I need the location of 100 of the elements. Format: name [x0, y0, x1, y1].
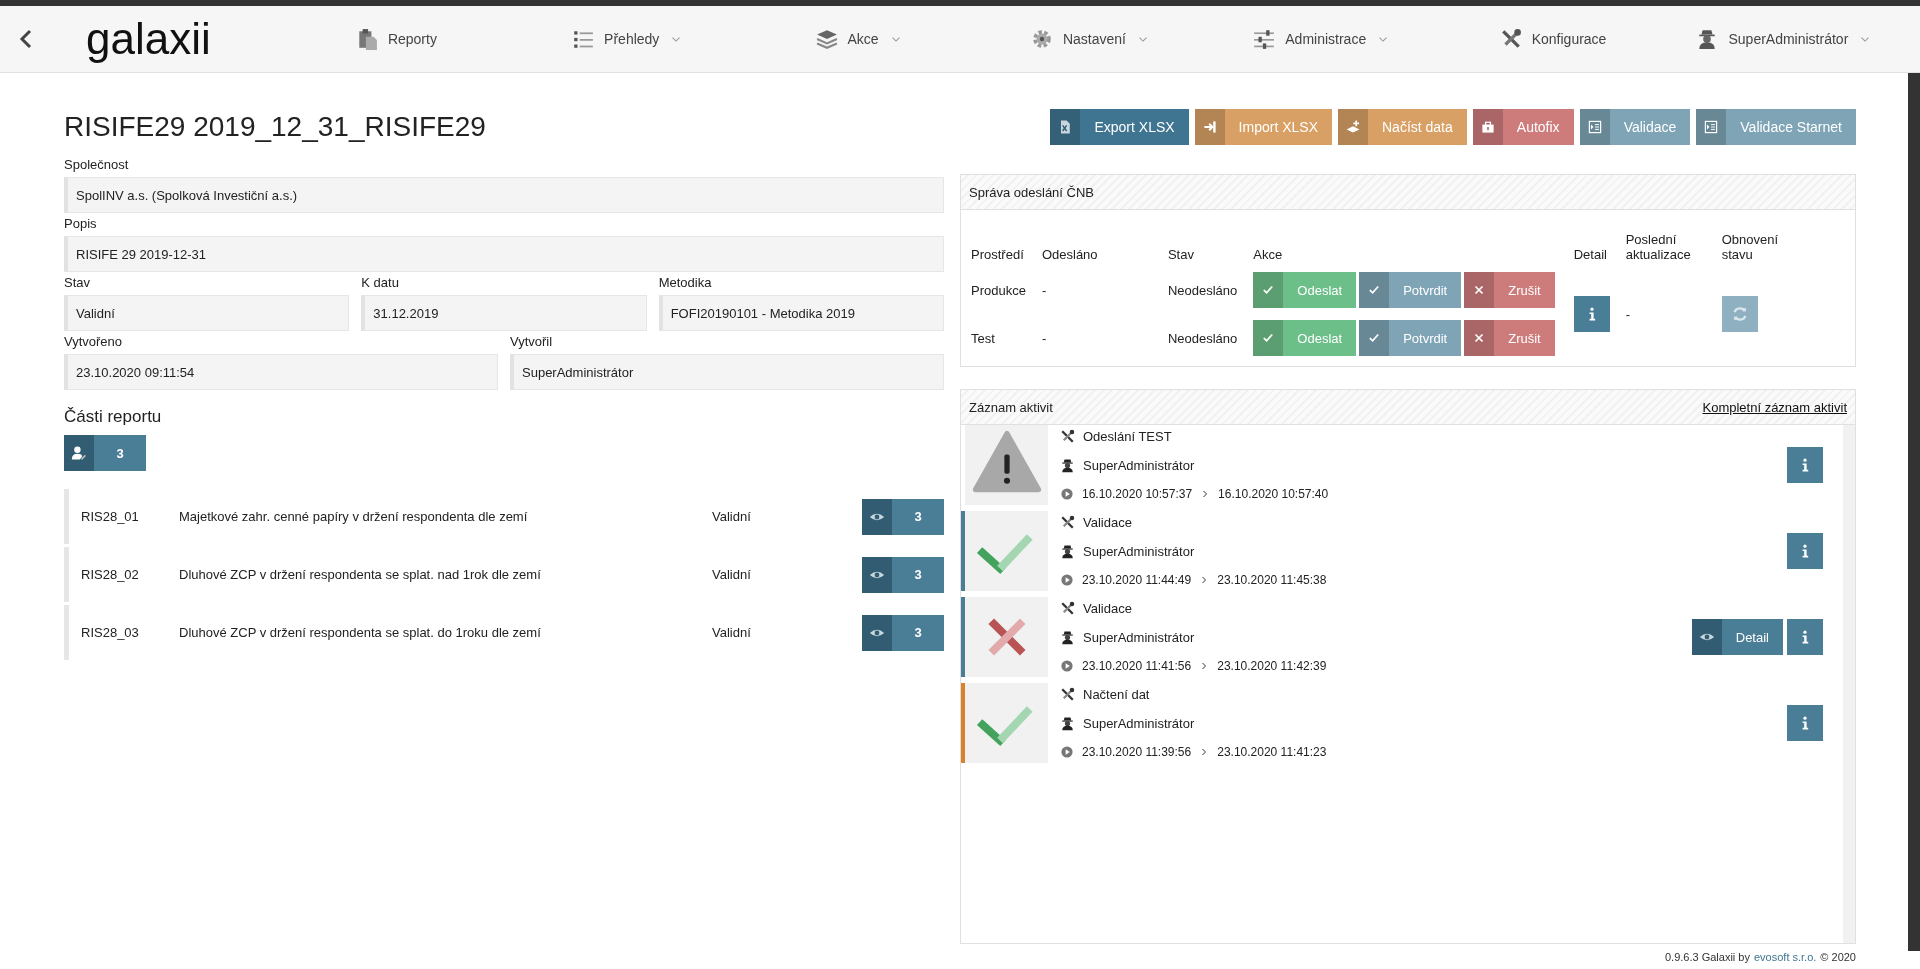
column-header: Obnovení stavu: [1720, 231, 1780, 264]
table-cell-text: -: [1040, 329, 1048, 348]
logo[interactable]: galaxii: [86, 17, 211, 61]
layers-icon: [815, 28, 838, 50]
text-field[interactable]: 31.12.2019: [361, 295, 647, 331]
nav-menu-item[interactable]: Nastavení: [974, 28, 1207, 50]
activity-user: SuperAdministrátor: [1083, 630, 1195, 645]
scrollbar[interactable]: [1843, 425, 1855, 943]
copyright-text: © 2020: [1820, 950, 1856, 963]
play-icon: [1060, 659, 1074, 673]
start-time: 23.10.2020 11:41:56: [1082, 659, 1192, 673]
nav-menu-item[interactable]: Reporty: [280, 28, 513, 50]
part-code: RIS28_01: [81, 509, 140, 524]
end-time: 23.10.2020 11:41:23: [1217, 745, 1327, 759]
panel-title: Správa odeslání ČNB: [969, 184, 1094, 200]
info-button[interactable]: [1787, 533, 1823, 569]
info-button[interactable]: [1787, 447, 1823, 483]
play-icon: [1060, 745, 1074, 759]
activity-user: SuperAdministrátor: [1083, 544, 1195, 559]
table-cell-text: -: [1040, 281, 1048, 300]
play-icon: [1060, 487, 1074, 501]
table-cell-text: Neodesláno: [1166, 329, 1239, 348]
part-description: Dluhové ZCP v držení respondenta se splat. nad 1rok dle zemí: [179, 567, 542, 582]
settings-icon: [1030, 28, 1053, 50]
assign-button[interactable]: 3: [64, 435, 146, 471]
activity-user: SuperAdministrátor: [1083, 458, 1195, 473]
start-time: 23.10.2020 11:44:49: [1082, 573, 1192, 587]
field-label: Stav: [64, 275, 91, 290]
section-heading: Části reportu: [64, 407, 163, 427]
part-description: Dluhové ZCP v držení respondenta se splat. do 1roku dle zemí: [179, 625, 542, 640]
activity-user: SuperAdministrátor: [1083, 716, 1195, 731]
column-header: Poslední aktualizace: [1624, 231, 1692, 264]
field-label: Společnost: [64, 157, 130, 172]
table-cell-text: -: [1624, 305, 1632, 324]
part-status: Validní: [712, 625, 752, 640]
text-field[interactable]: SuperAdministrátor: [510, 354, 944, 390]
end-time: 23.10.2020 11:42:39: [1217, 659, 1327, 673]
start-time: 16.10.2020 10:57:37: [1082, 487, 1193, 501]
report-part-row[interactable]: RIS28_03 Dluhové ZCP v držení respondenta se splat. do 1roku dle zemí Validní 3: [64, 605, 944, 660]
field-label: Popis: [64, 216, 98, 231]
company-link[interactable]: evosoft s.r.o.: [1754, 950, 1817, 963]
info-button[interactable]: [1787, 619, 1823, 655]
toolbar-button[interactable]: Export XLSX: [1050, 109, 1189, 145]
text-field[interactable]: 23.10.2020 09:11:54: [64, 354, 498, 390]
play-icon: [1060, 573, 1074, 587]
view-button[interactable]: 3: [862, 556, 944, 593]
stack-plus-icon: [1345, 119, 1361, 135]
view-button[interactable]: 3: [862, 498, 944, 535]
report-part-row[interactable]: RIS28_02 Dluhové ZCP v držení respondenta se splat. nad 1rok dle zemí Validní 3: [64, 547, 944, 602]
view-button[interactable]: 3: [862, 614, 944, 651]
tools-icon: [1060, 687, 1075, 702]
end-time: 16.10.2020 10:57:40: [1218, 487, 1329, 501]
table-cell-text: Test: [970, 329, 996, 348]
report-part-row[interactable]: RIS28_01 Majetkové zahr. cenné papíry v držení respondenta dle zemí Validní 3: [64, 489, 944, 544]
nav-menu-item[interactable]: SuperAdministrátor: [1668, 28, 1901, 50]
part-code: RIS28_02: [81, 567, 140, 582]
nav-menu-item[interactable]: Administrace: [1206, 28, 1438, 50]
text-field[interactable]: RISIFE 29 2019-12-31: [64, 236, 944, 272]
activity-name: Odeslání TEST: [1083, 429, 1172, 444]
version-text: 0.9.6.3 Galaxii by: [1665, 950, 1750, 963]
field-label: K datu: [361, 275, 400, 290]
tools-icon: [1499, 28, 1522, 50]
column-header: Prostředí: [970, 246, 1025, 264]
activity-name: Validace: [1083, 601, 1132, 616]
part-code: RIS28_03: [81, 625, 140, 640]
toolbox-icon: [1479, 119, 1496, 135]
start-time: 23.10.2020 11:39:56: [1082, 745, 1192, 759]
detail-button[interactable]: Detail: [1691, 619, 1783, 655]
import-icon: [1201, 119, 1218, 135]
user-icon: [1060, 630, 1075, 645]
activity-name: Validace: [1083, 515, 1132, 530]
panel-title: Záznam aktivit: [969, 399, 1053, 415]
user-icon: [1060, 544, 1075, 559]
text-field[interactable]: SpolINV a.s. (Spolková Investiční a.s.): [64, 177, 944, 213]
part-status: Validní: [712, 567, 752, 582]
column-header: Odesláno: [1040, 246, 1099, 264]
part-description: Majetkové zahr. cenné papíry v držení respondenta dle zemí: [179, 509, 529, 524]
nav-menu-item[interactable]: Přehledy: [512, 28, 744, 50]
user-icon: [1060, 716, 1075, 731]
table-cell-text: Neodesláno: [1166, 281, 1239, 300]
info-button[interactable]: [1573, 296, 1610, 332]
info-button[interactable]: [1787, 705, 1823, 741]
text-field[interactable]: Validní: [64, 295, 350, 331]
user-icon: [1060, 458, 1075, 473]
scrollbar[interactable]: [1908, 73, 1920, 951]
nav-menu-item[interactable]: Konfigurace: [1437, 28, 1669, 50]
text-field[interactable]: FOFI20190101 - Metodika 2019: [658, 295, 944, 331]
field-label: Vytvořil: [510, 334, 554, 349]
table-cell-text: Produkce: [970, 281, 1027, 300]
list-icon: [1703, 119, 1720, 135]
activity-log-link[interactable]: Kompletní záznam aktivit: [1702, 399, 1847, 415]
end-time: 23.10.2020 11:45:38: [1217, 573, 1327, 587]
field-label: Vytvořeno: [64, 334, 124, 349]
nav-menu-item[interactable]: Akce: [743, 28, 975, 50]
sliders-icon: [1253, 28, 1276, 50]
tools-icon: [1060, 515, 1075, 530]
part-status: Validní: [712, 509, 752, 524]
column-header: Akce: [1252, 246, 1284, 264]
tools-icon: [1060, 601, 1075, 616]
refresh-button[interactable]: [1721, 296, 1758, 332]
